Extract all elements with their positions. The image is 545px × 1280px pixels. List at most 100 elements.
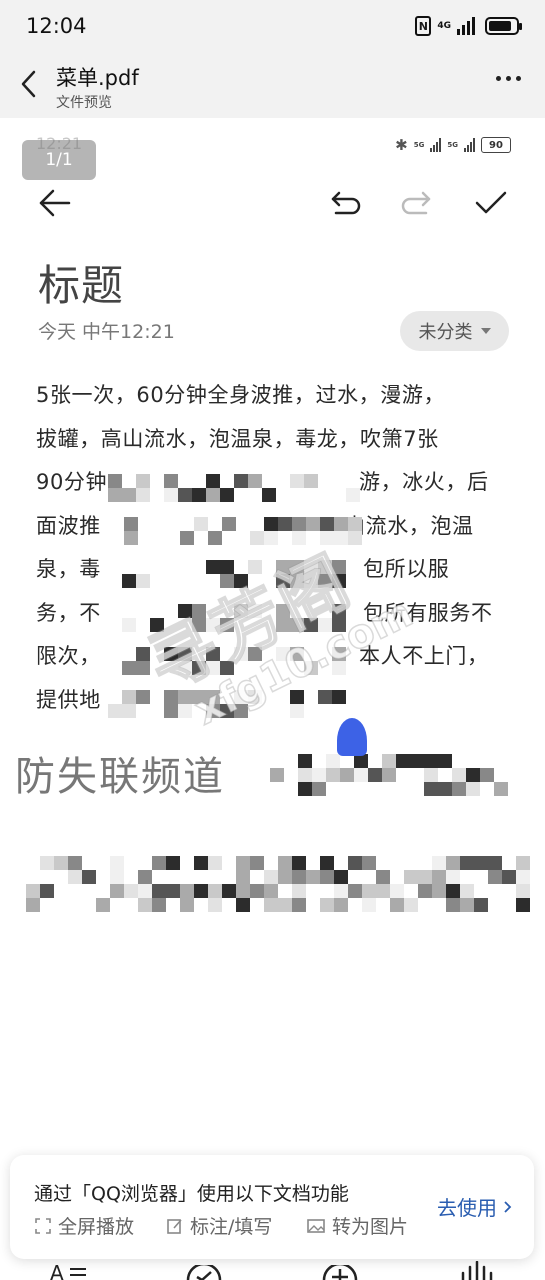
redaction-pixel: [26, 898, 40, 912]
redaction-pixel: [180, 898, 194, 912]
redaction-pixel: [138, 884, 152, 898]
edit-icon: [167, 1218, 182, 1234]
redaction-pixel: [164, 690, 178, 704]
redaction-pixel: [376, 870, 390, 884]
redaction-pixel: [332, 574, 346, 588]
file-title: 菜单.pdf: [56, 66, 139, 90]
redaction-pixel: [424, 768, 438, 782]
body-line: 拔罐，高山流水，泡温泉，毒龙，吹箫7张: [36, 426, 439, 451]
caret-down-icon: [480, 328, 491, 334]
qq-browser-banner[interactable]: 通过「QQ浏览器」使用以下文档功能 全屏播放 标注/填写 转为图片 去使用: [10, 1155, 534, 1259]
redaction-pixel: [234, 574, 248, 588]
audio-wave-icon[interactable]: [460, 1261, 494, 1280]
redaction-pixel: [424, 754, 438, 768]
embedded-status-icons: ✱ 5G 5G 90: [395, 136, 511, 154]
redaction-pixel: [396, 754, 410, 768]
redaction-pixel: [122, 618, 136, 632]
redaction-pixel: [290, 474, 304, 488]
redaction-pixel: [318, 618, 332, 632]
redaction-pixel: [138, 870, 152, 884]
redaction-pixel: [404, 898, 418, 912]
redaction-pixel: [178, 647, 192, 661]
redaction-pixel: [382, 768, 396, 782]
add-circle-icon[interactable]: [322, 1265, 358, 1280]
battery-icon: [485, 17, 522, 35]
redaction-pixel: [290, 574, 304, 588]
redaction-pixel: [290, 647, 304, 661]
redaction-pixel: [236, 898, 250, 912]
redaction-pixel: [326, 768, 340, 782]
redaction-pixel: [334, 898, 348, 912]
redaction-pixel: [304, 661, 318, 675]
svg-text:A: A: [50, 1261, 64, 1280]
bluetooth-icon: ✱: [395, 136, 408, 154]
redaction-pixel: [320, 517, 334, 531]
redaction-pixel: [334, 870, 348, 884]
redaction-pixel: [320, 898, 334, 912]
redaction-pixel: [152, 856, 166, 870]
note-date: 今天 中午12:21: [38, 321, 175, 343]
redaction-pixel: [178, 690, 192, 704]
redaction-pixel: [206, 488, 220, 502]
redaction-pixel: [516, 870, 530, 884]
redaction-pixel: [124, 884, 138, 898]
redaction-pixel: [192, 690, 206, 704]
redaction-pixel: [290, 690, 304, 704]
redaction-pixel: [376, 884, 390, 898]
redaction-pixel: [206, 661, 220, 675]
back-button[interactable]: [12, 66, 44, 102]
redaction-pixel: [318, 574, 332, 588]
redaction-pixel: [390, 884, 404, 898]
redaction-pixel: [410, 754, 424, 768]
more-options-button[interactable]: [496, 76, 521, 81]
redaction-pixel: [110, 870, 124, 884]
redaction-pixel: [262, 488, 276, 502]
page-indicator: 1/1: [22, 140, 96, 180]
redaction-pixel: [136, 488, 150, 502]
redaction-pixel: [122, 704, 136, 718]
redaction-pixel: [304, 560, 318, 574]
use-now-button[interactable]: 去使用: [437, 1192, 512, 1221]
redaction-pixel: [124, 531, 138, 545]
redaction-pixel: [346, 488, 360, 502]
redaction-pixel: [138, 898, 152, 912]
redaction-pixel: [276, 560, 290, 574]
redaction-pixel: [334, 884, 348, 898]
redaction-pixel: [320, 531, 334, 545]
redaction-pixel: [208, 884, 222, 898]
redaction-pixel: [206, 560, 220, 574]
redaction-pixel: [270, 768, 284, 782]
redaction-pixel: [222, 517, 236, 531]
redaction-pixel: [334, 531, 348, 545]
redaction-pixel: [208, 531, 222, 545]
redaction-pixel: [194, 856, 208, 870]
check-circle-icon[interactable]: [186, 1265, 222, 1280]
redaction-pixel: [164, 474, 178, 488]
status-time: 12:04: [26, 14, 87, 38]
redaction-pixel: [292, 898, 306, 912]
chevron-right-icon: [504, 1200, 512, 1213]
redaction-pixel: [234, 704, 248, 718]
redaction-pixel: [96, 898, 110, 912]
redaction-pixel: [340, 768, 354, 782]
document-preview[interactable]: 12:21 1/1 ✱ 5G 5G 90 标题 今天 中午12:21 未分类 5…: [0, 118, 545, 1280]
redaction-pixel: [194, 884, 208, 898]
redaction-pixel: [236, 856, 250, 870]
redaction-pixel: [334, 517, 348, 531]
redaction-pixel: [164, 488, 178, 502]
redaction-pixel: [122, 690, 136, 704]
redaction-pixel: [432, 856, 446, 870]
redaction-pixel: [108, 704, 122, 718]
redaction-pixel: [136, 647, 150, 661]
redaction-pixel: [40, 884, 54, 898]
redaction-pixel: [248, 474, 262, 488]
redaction-pixel: [206, 474, 220, 488]
text-format-icon[interactable]: A: [50, 1261, 90, 1280]
image-icon: [307, 1218, 325, 1233]
redaction-pixel: [362, 856, 376, 870]
redaction-pixel: [222, 884, 236, 898]
redaction-pixel: [234, 474, 248, 488]
redaction-pixel: [192, 618, 206, 632]
redaction-pixel: [446, 856, 460, 870]
redaction-pixel: [292, 856, 306, 870]
